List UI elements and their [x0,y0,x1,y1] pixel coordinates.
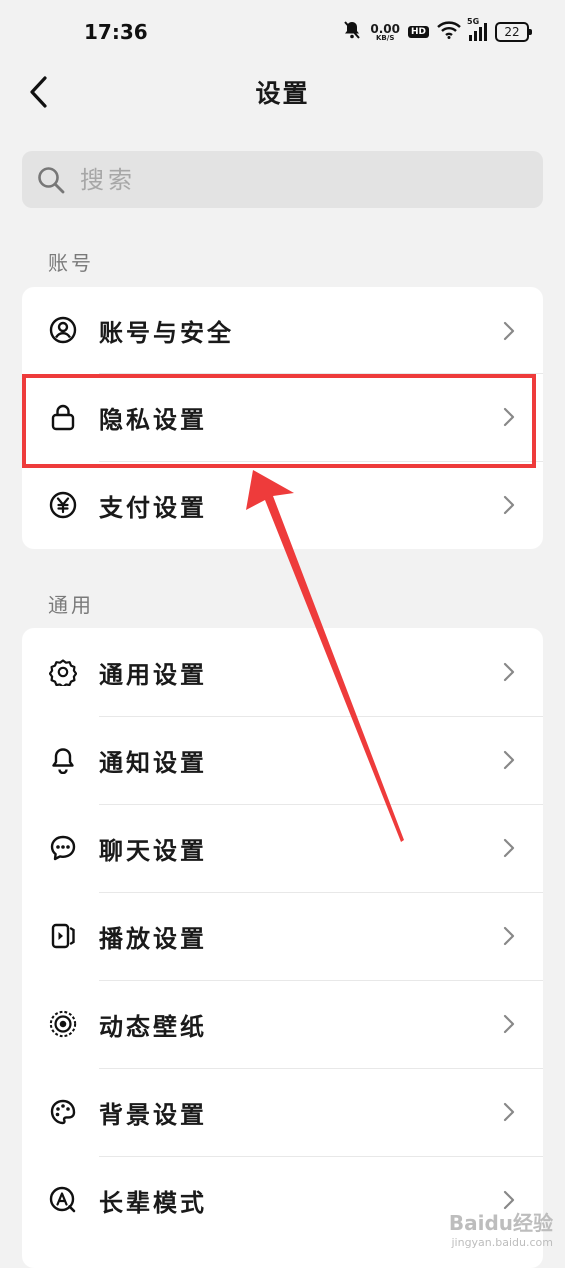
cellular-signal-icon: 5G [467,17,487,41]
settings-item-background[interactable]: 背景设置 [22,1068,543,1156]
watermark: Baidu经验 jingyan.baidu.com [449,1207,553,1249]
section-title-account: 账号 [48,251,94,275]
page-title: 设置 [255,79,310,108]
watermark-url: jingyan.baidu.com [451,1236,553,1249]
settings-item-payment[interactable]: 支付设置 [22,461,543,549]
search-bar[interactable] [22,151,543,208]
settings-item-notification[interactable]: 通知设置 [22,716,543,804]
account-settings-card: 账号与安全 隐私设置 支付设置 [22,287,543,549]
mute-bell-icon [342,20,362,44]
settings-item-label: 背景设置 [99,1100,207,1129]
status-bar: 17:36 0.00 KB/S HD 5G 22 [0,0,565,64]
chevron-right-icon [503,1014,515,1034]
net-speed-value: 0.00 [370,21,400,36]
settings-item-label: 支付设置 [99,493,207,522]
section-title-general: 通用 [48,593,94,617]
settings-item-label: 长辈模式 [99,1188,207,1217]
wifi-icon [437,21,461,43]
watermark-brand: Baidu经验 [448,1211,553,1235]
network-type: 5G [467,17,480,26]
search-input[interactable] [78,164,502,195]
settings-item-privacy[interactable]: 隐私设置 [22,373,543,461]
lock-icon [49,403,77,431]
chat-bubble-icon [49,834,77,862]
nav-bar: 设置 [0,64,565,120]
settings-item-label: 播放设置 [99,924,207,953]
chevron-right-icon [503,838,515,858]
general-settings-card: 通用设置 通知设置 聊天设置 播放设置 动态壁纸 背景设置 长辈模式 [22,628,543,1268]
status-time: 17:36 [84,20,148,44]
settings-item-chat[interactable]: 聊天设置 [22,804,543,892]
chevron-right-icon [503,1102,515,1122]
settings-item-live-wallpaper[interactable]: 动态壁纸 [22,980,543,1068]
chevron-right-icon [503,407,515,427]
settings-item-label: 隐私设置 [99,405,207,434]
chevron-right-icon [503,662,515,682]
settings-item-label: 动态壁纸 [99,1012,207,1041]
elder-mode-icon [49,1186,77,1214]
chevron-right-icon [503,750,515,770]
yen-circle-icon [49,491,77,519]
hd-badge: HD [407,26,429,38]
settings-item-account-security[interactable]: 账号与安全 [22,287,543,373]
chevron-right-icon [503,926,515,946]
chevron-right-icon [503,495,515,515]
settings-item-label: 通用设置 [99,660,207,689]
search-icon [38,166,65,193]
user-circle-icon [49,316,77,344]
settings-item-label: 账号与安全 [99,318,234,347]
play-card-icon [49,922,77,950]
bell-icon [49,746,77,774]
settings-item-label: 通知设置 [99,748,207,777]
settings-item-general[interactable]: 通用设置 [22,628,543,716]
status-icons: 0.00 KB/S HD 5G 22 [342,17,532,46]
settings-item-playback[interactable]: 播放设置 [22,892,543,980]
net-speed-unit: KB/S [376,33,395,42]
settings-item-label: 聊天设置 [99,836,207,865]
live-wallpaper-icon [49,1010,77,1038]
battery-indicator: 22 [495,22,532,42]
palette-icon [49,1098,77,1126]
chevron-right-icon [503,321,515,341]
gear-icon [49,658,77,686]
net-speed-indicator: 0.00 KB/S [370,23,400,42]
